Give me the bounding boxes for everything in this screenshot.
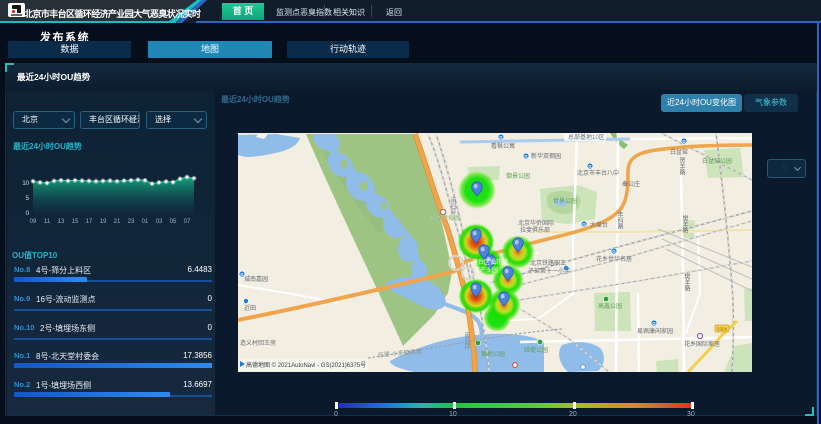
svg-text:济产业园: 济产业园 [474,266,498,274]
svg-text:21: 21 [114,219,121,225]
svg-text:0: 0 [26,211,30,217]
svg-text:花乡世华名居: 花乡世华名居 [596,255,632,263]
svg-text:G: G [582,222,586,227]
svg-text:御景公园: 御景公园 [506,172,530,180]
svg-text:紫谷伊甸园: 紫谷伊甸园 [430,214,460,222]
svg-text:G: G [588,164,592,169]
svg-text:秦公庄: 秦公庄 [622,180,640,188]
svg-text:高鑫公园: 高鑫公园 [598,302,622,310]
svg-text:丰科路: 丰科路 [616,210,623,230]
svg-text:07: 07 [184,219,191,225]
svg-text:G: G [612,249,616,254]
svg-text:23: 23 [128,219,135,225]
svg-text:樊羊路: 樊羊路 [681,214,688,234]
svg-text:19: 19 [100,219,107,225]
svg-text:03: 03 [156,219,163,225]
svg-text:05: 05 [170,219,177,225]
svg-text:易佩康闲家园: 易佩康闲家园 [637,327,673,335]
svg-text:新华双拥园: 新华双拥园 [531,152,561,160]
svg-text:贺羊路: 贺羊路 [678,156,685,176]
svg-text:白盆窑: 白盆窑 [670,148,688,156]
svg-text:拉斐俱乐部: 拉斐俱乐部 [520,226,550,234]
svg-text:G: G [682,139,686,144]
svg-text:白盆窑公园: 白盆窑公园 [702,157,732,165]
svg-text:15: 15 [72,219,79,225]
svg-text:绿堤公园: 绿堤公园 [524,346,548,354]
svg-text:G: G [652,321,656,326]
svg-text:G: G [499,135,503,140]
svg-text:5: 5 [26,196,30,202]
svg-text:世界公园: 世界公园 [553,197,577,205]
svg-text:S326: S326 [717,327,728,332]
svg-text:10: 10 [22,181,29,187]
svg-text:丰台区循环经: 丰台区循环经 [472,258,508,266]
svg-text:G: G [240,272,244,277]
svg-text:银地公园: 银地公园 [481,350,505,358]
svg-text:高德地图 © 2021AutoNavi - GS(2021): 高德地图 © 2021AutoNavi - GS(2021)6375号 [246,361,366,369]
svg-text:樊羊路: 樊羊路 [683,272,690,292]
svg-text:子弟第十一小学: 子弟第十一小学 [528,267,570,275]
svg-text:北京华侨国际: 北京华侨国际 [518,219,554,227]
svg-text:11: 11 [44,219,51,225]
svg-text:13: 13 [58,219,65,225]
svg-text:01: 01 [142,219,149,225]
svg-text:城南嘉园: 城南嘉园 [244,275,268,283]
svg-text:花乡国际家居: 花乡国际家居 [684,340,720,348]
svg-text:南四环: 南四环 [463,331,470,351]
svg-text:看枫公寓: 看枫公寓 [491,142,515,150]
svg-text:大葆台: 大葆台 [590,221,608,229]
svg-text:09: 09 [30,219,37,225]
svg-text:总部基地10区: 总部基地10区 [568,133,605,141]
svg-text:北京铁路职工: 北京铁路职工 [530,259,566,267]
svg-text:近田: 近田 [244,304,256,312]
svg-text:南四环: 南四环 [449,196,456,216]
svg-text:G: G [524,154,528,159]
svg-text:17: 17 [86,219,93,225]
svg-text:北京市丰台八中: 北京市丰台八中 [577,169,619,177]
svg-text:造义村回王房: 造义村回王房 [240,339,276,347]
